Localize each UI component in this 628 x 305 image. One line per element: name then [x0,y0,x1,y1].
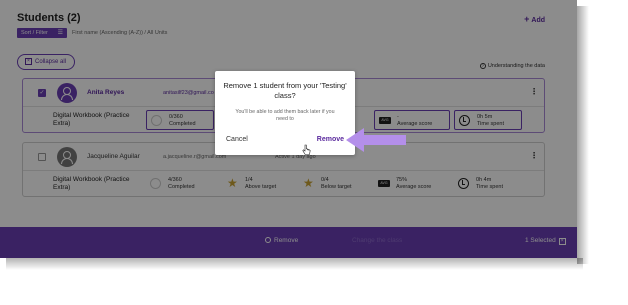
window-shadow [6,258,583,270]
dialog-title: Remove 1 student from your 'Testing' cla… [223,81,347,100]
highlight-arrow-icon [346,128,406,152]
cancel-button[interactable]: Cancel [226,136,248,143]
remove-button[interactable]: Remove [317,136,344,143]
remove-student-dialog: Remove 1 student from your 'Testing' cla… [215,71,355,155]
pointer-cursor-icon [302,144,311,155]
dialog-body: You'll be able to add them back later if… [235,109,335,122]
window-shadow [577,6,589,264]
app-window: Students (2) + Add Sort / Filter ☰ First n… [0,0,577,258]
